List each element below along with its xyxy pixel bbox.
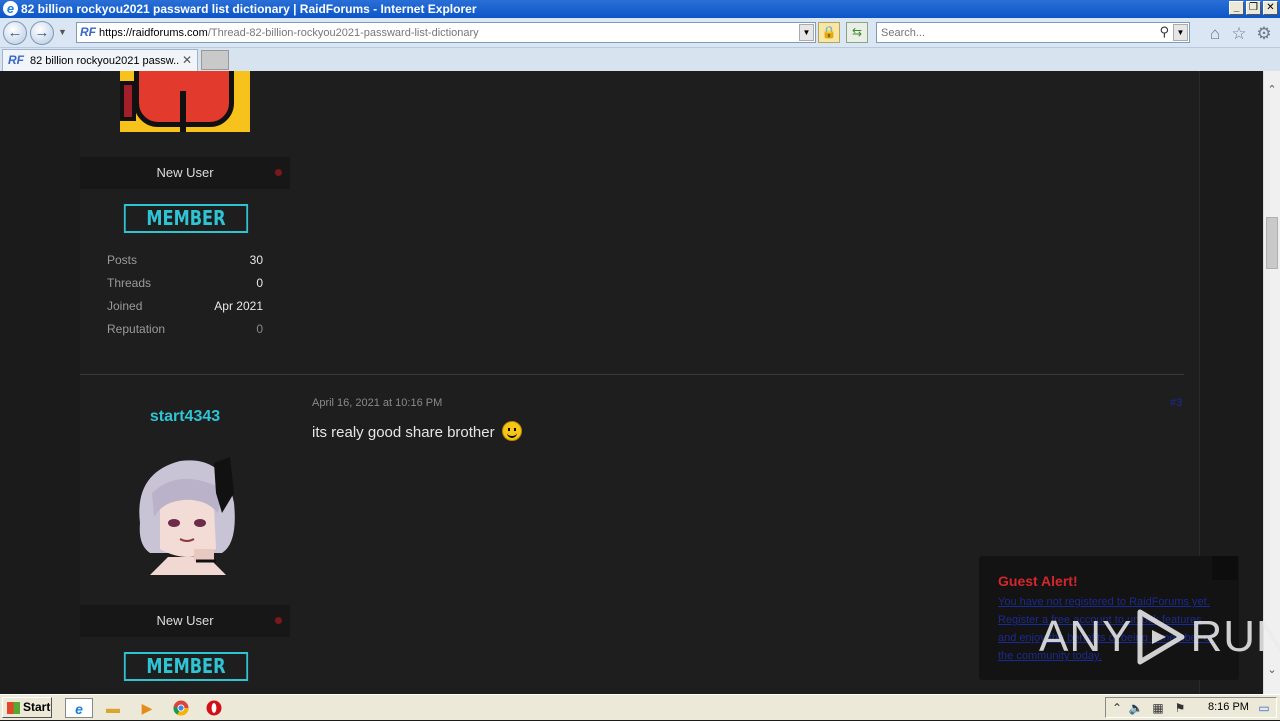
stat-reputation: Reputation 0 [107, 322, 263, 345]
avatar[interactable] [120, 71, 250, 132]
tray-expand-icon[interactable]: ⌃ [1109, 700, 1125, 716]
scroll-thumb[interactable] [1266, 217, 1278, 269]
play-icon [1137, 609, 1185, 665]
ie-logo-icon: e [3, 1, 18, 16]
member-badge: MEMBER [123, 204, 249, 233]
window-titlebar: e 82 billion rockyou2021 passward list d… [0, 0, 1280, 18]
new-tab-button[interactable] [201, 50, 229, 70]
stat-value: Apr 2021 [214, 299, 263, 313]
refresh-icon: ⇆ [851, 25, 863, 39]
watermark-left: ANY [1039, 612, 1133, 661]
refresh-button[interactable]: ⇆ [846, 22, 868, 43]
user-stats: Posts 30 Threads 0 Joined Apr 2021 Reput… [107, 253, 263, 345]
url-path: /Thread-82-billion-rockyou2021-passward-… [207, 27, 479, 39]
stat-value: 30 [249, 253, 263, 267]
address-bar[interactable]: RF https://raidforums.com/Thread-82-bill… [76, 22, 816, 43]
restore-button[interactable]: ❐ [1246, 1, 1261, 15]
back-button[interactable]: ← [3, 21, 27, 45]
watermark-right: RUN [1190, 612, 1280, 661]
clock[interactable]: 8:16 PM [1208, 701, 1249, 713]
windows-flag-icon [7, 702, 20, 714]
action-center-flag-icon[interactable]: ⚑ [1172, 700, 1188, 716]
stat-value: 0 [256, 322, 263, 336]
post-permalink[interactable]: #3 [1170, 397, 1182, 409]
tab-active[interactable]: RF 82 billion rockyou2021 passw... ✕ [2, 49, 198, 71]
scroll-up-button[interactable]: ⌃ [1264, 83, 1280, 99]
avatar[interactable] [130, 453, 242, 575]
stat-label: Joined [107, 299, 143, 313]
rank-label: New User [156, 613, 214, 628]
taskbar-ie-icon[interactable]: e [65, 698, 93, 718]
stat-label: Reputation [107, 322, 166, 336]
stat-label: Threads [107, 276, 152, 290]
alert-close-button[interactable] [1212, 556, 1238, 580]
search-box[interactable]: ⚲ ▼ [876, 22, 1190, 43]
online-status-dot [275, 617, 282, 624]
back-icon: ← [7, 24, 23, 41]
post-divider [80, 374, 1184, 375]
tab-close-icon[interactable]: ✕ [182, 53, 192, 67]
home-icon[interactable]: ⌂ [1206, 25, 1224, 43]
online-status-dot [275, 169, 282, 176]
network-icon[interactable]: ▦ [1150, 700, 1166, 716]
post-author-username[interactable]: start4343 [80, 408, 290, 426]
search-icon[interactable]: ⚲ [1159, 24, 1169, 40]
security-lock-button[interactable]: 🔒 [818, 22, 840, 43]
gear-icon[interactable]: ⚙ [1255, 25, 1273, 43]
show-desktop-icon[interactable]: ▭ [1256, 700, 1272, 716]
address-url[interactable]: https://raidforums.com/Thread-82-billion… [99, 27, 479, 39]
volume-icon[interactable]: 🔈 [1128, 700, 1144, 716]
taskbar-chrome-icon[interactable] [170, 698, 192, 718]
start-label: Start [23, 700, 51, 714]
taskbar-folder-icon[interactable]: ▬ [102, 698, 124, 718]
stat-label: Posts [107, 253, 138, 267]
minimize-button[interactable]: _ [1229, 1, 1244, 15]
post-body: its realy good share brother [312, 421, 522, 441]
member-badge: MEMBER [123, 652, 249, 681]
address-dropdown-button[interactable]: ▼ [799, 24, 814, 41]
user-rank: New User [80, 157, 290, 189]
rank-label: New User [156, 165, 214, 180]
post-timestamp: April 16, 2021 at 10:16 PM [312, 397, 443, 409]
tab-bar: RF 82 billion rockyou2021 passw... ✕ [0, 48, 1280, 71]
site-favicon: RF [80, 25, 96, 39]
stat-threads: Threads 0 [107, 276, 263, 299]
search-input[interactable] [877, 24, 1147, 42]
search-provider-dropdown[interactable]: ▼ [1173, 24, 1188, 41]
anyrun-watermark: ANY RUN [1039, 608, 1280, 666]
taskbar-media-player-icon[interactable]: ▶ [136, 698, 158, 718]
post-text: its realy good share brother [312, 424, 495, 441]
close-window-button[interactable]: ✕ [1263, 1, 1278, 15]
tab-title: 82 billion rockyou2021 passw... [30, 55, 180, 67]
taskbar-opera-icon[interactable] [203, 698, 225, 718]
stat-joined: Joined Apr 2021 [107, 299, 263, 322]
smiley-icon [501, 421, 522, 441]
start-button[interactable]: Start [2, 697, 52, 718]
user-rank: New User [80, 605, 290, 637]
window-controls: _ ❐ ✕ [1229, 1, 1278, 15]
lock-icon: 🔒 [821, 25, 837, 39]
page-scrollbar[interactable]: ⌃ ⌄ [1263, 71, 1280, 694]
recent-pages-dropdown[interactable]: ▼ [58, 27, 67, 37]
window-title: 82 billion rockyou2021 passward list dic… [21, 2, 477, 16]
forward-button[interactable]: → [30, 21, 54, 45]
taskbar: Start e ▬ ▶ ⌃ 🔈 ▦ ⚑ 8:16 PM ▭ [0, 694, 1280, 720]
tab-favicon: RF [8, 53, 24, 67]
alert-title: Guest Alert! [998, 573, 1078, 589]
stat-value: 0 [256, 276, 263, 290]
system-tray: ⌃ 🔈 ▦ ⚑ 8:16 PM ▭ [1105, 697, 1277, 718]
url-host: https://raidforums.com [99, 27, 208, 39]
forward-icon: → [34, 24, 50, 41]
stat-posts: Posts 30 [107, 253, 263, 276]
navigation-bar: ← → ▼ RF https://raidforums.com/Thread-8… [0, 18, 1280, 48]
star-icon[interactable]: ☆ [1230, 25, 1248, 43]
